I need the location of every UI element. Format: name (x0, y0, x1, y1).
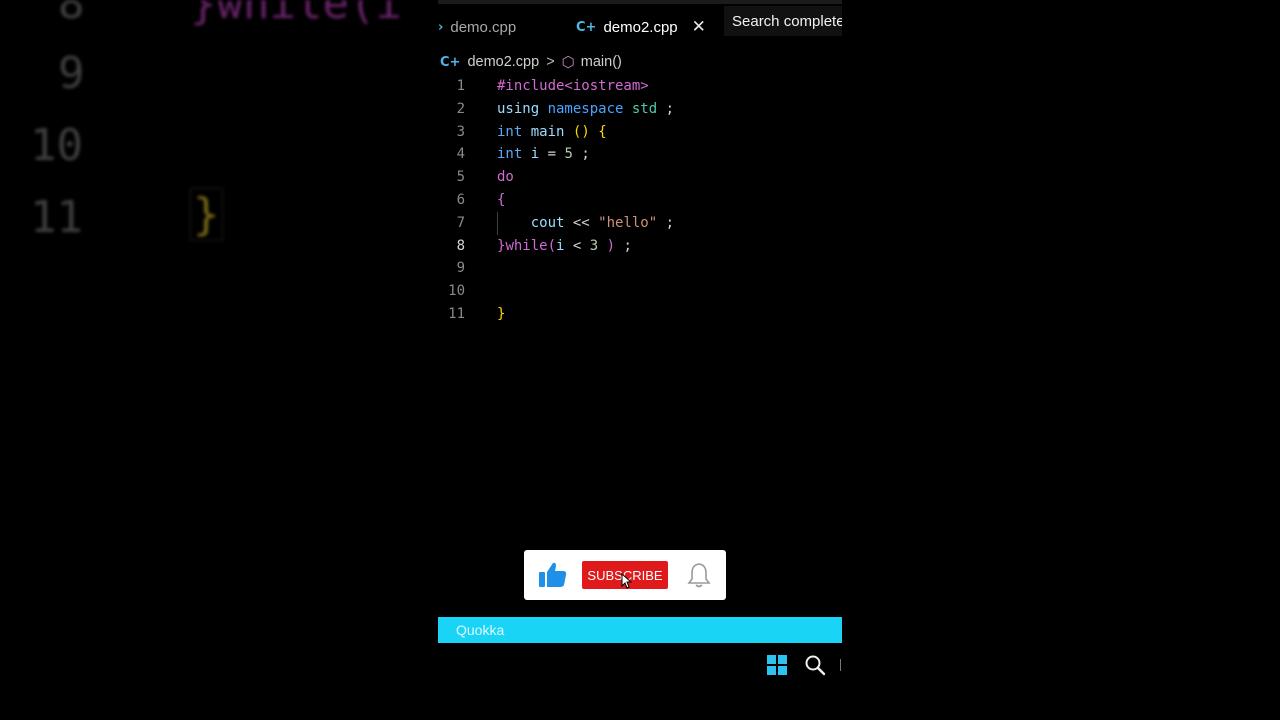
code-token: cout (530, 214, 565, 231)
tab-demo-cpp[interactable]: › demo.cpp (438, 14, 516, 40)
code-line[interactable]: 1 #include<iostream> (438, 75, 842, 98)
breadcrumb-separator: > (546, 54, 555, 70)
windows-start-icon[interactable] (767, 655, 787, 675)
symbol-method-icon: ⬡ (561, 54, 575, 71)
line-number: 9 (456, 260, 465, 277)
code-token: ; (572, 146, 590, 163)
background-zoom: 8 9 10 11 }while(i } (0, 0, 438, 720)
line-number: 6 (456, 191, 465, 208)
breadcrumb-symbol[interactable]: main() (581, 54, 622, 70)
code-token: } (497, 305, 506, 322)
like-thumb-icon[interactable] (538, 561, 568, 589)
line-number: 4 (456, 146, 465, 163)
code-text: }while(i < 3 ) ; (497, 235, 632, 258)
code-token: () (572, 123, 590, 140)
tab-label: demo2.cpp (603, 18, 678, 36)
bg-line-number: 8 (58, 0, 85, 29)
code-line[interactable]: 11} (438, 303, 842, 326)
code-token: do (497, 169, 514, 186)
line-number: 5 (456, 169, 465, 186)
bg-line-number: 11 (30, 192, 83, 243)
code-line[interactable]: 5 do (438, 166, 842, 189)
bell-icon[interactable] (686, 561, 712, 589)
code-token: = (539, 146, 565, 163)
line-number: 11 (448, 305, 465, 322)
editor-panel: › demo.cpp C+ demo2.cpp ✕ Search complet… (438, 0, 842, 720)
bg-code-fragment: }while(i (190, 0, 402, 29)
code-token: ( (547, 237, 557, 254)
code-token: int (497, 123, 523, 140)
cpp-file-icon: C+ (576, 19, 597, 35)
code-line[interactable]: 9 (438, 257, 842, 280)
line-number: 7 (456, 214, 465, 231)
tab-label: demo.cpp (450, 18, 517, 36)
search-label: Search complete (732, 12, 842, 30)
breadcrumb-file[interactable]: demo2.cpp (467, 54, 539, 70)
close-icon[interactable]: ✕ (692, 17, 706, 37)
code-token: while (505, 237, 548, 254)
code-line[interactable]: 7 cout << "hello" ; (438, 211, 842, 235)
search-box[interactable]: Search complete (724, 6, 842, 36)
cpp-file-icon: › (438, 19, 444, 35)
line-number: 3 (456, 123, 465, 140)
line-number: 1 (456, 78, 465, 94)
code-text: using namespace std ; (497, 98, 674, 121)
code-token: std (631, 100, 658, 117)
code-token: << (564, 214, 599, 231)
status-bar-quokka[interactable]: Quokka (438, 617, 842, 643)
code-token: main (530, 123, 565, 140)
code-text: cout << "hello" ; (497, 212, 674, 235)
code-token: int (497, 146, 523, 163)
bg-line-number: 10 (30, 120, 83, 171)
code-token: 5 (564, 146, 573, 163)
code-token: ; (657, 214, 675, 231)
code-token: ; (615, 237, 632, 254)
title-bar-strip (438, 0, 842, 4)
code-text: } (497, 303, 505, 326)
code-line[interactable]: 8 }while(i < 3 ) ; (438, 235, 842, 258)
code-line[interactable]: 2 using namespace std ; (438, 98, 842, 121)
code-token: #include<iostream> (497, 78, 649, 94)
code-line[interactable]: 6{ (438, 189, 842, 212)
line-number: 2 (456, 100, 465, 117)
code-text: { (497, 189, 505, 212)
code-token: ) (606, 237, 616, 254)
code-token: i (530, 146, 540, 163)
code-token: "hello" (598, 214, 658, 231)
code-text: #include<iostream> (497, 75, 649, 98)
code-editor[interactable]: 1 #include<iostream> 2 using namespace std … (438, 75, 842, 326)
code-line[interactable]: 10 (438, 280, 842, 303)
code-text: int main () { (497, 121, 607, 144)
code-token: ; (657, 100, 675, 117)
code-token: { (598, 123, 607, 140)
code-text: int i = 5 ; (497, 143, 590, 166)
code-token: < (564, 237, 590, 254)
tab-demo2-cpp[interactable]: C+ demo2.cpp ✕ (576, 14, 706, 40)
bg-line-number: 9 (58, 48, 85, 99)
bg-code-fragment: } (190, 188, 223, 241)
mouse-cursor-icon (621, 573, 632, 589)
code-token: { (497, 191, 506, 208)
code-token: using (497, 100, 548, 117)
taskbar-divider (840, 659, 841, 671)
code-token: namespace (547, 100, 624, 117)
code-token: 3 (589, 237, 599, 254)
cpp-file-icon: C+ (440, 54, 461, 70)
search-icon[interactable] (804, 654, 826, 676)
code-line[interactable]: 4 int i = 5 ; (438, 143, 842, 166)
line-number: 8 (456, 237, 465, 254)
line-number: 10 (448, 283, 465, 300)
code-text: do (497, 166, 514, 189)
breadcrumb: C+ demo2.cpp > ⬡ main() (440, 52, 622, 72)
code-line[interactable]: 3 int main () { (438, 121, 842, 144)
